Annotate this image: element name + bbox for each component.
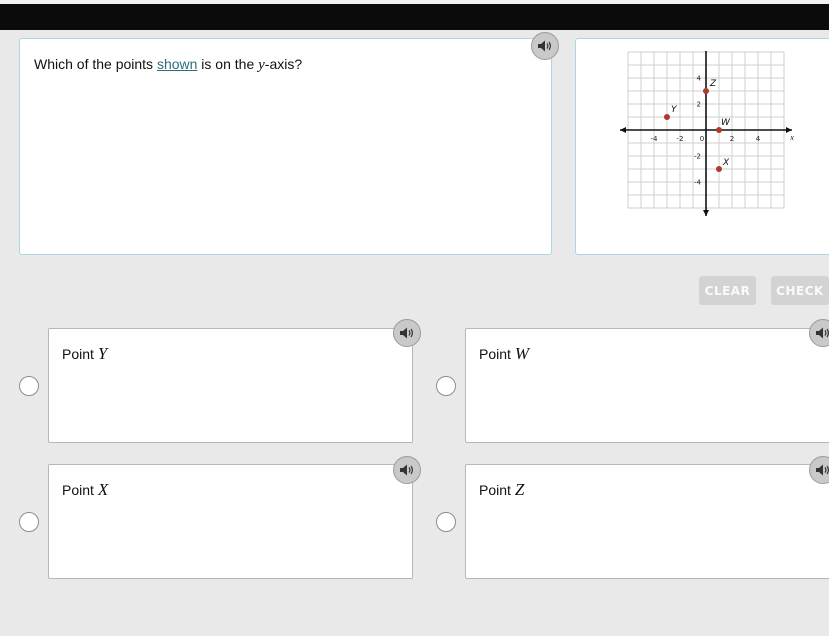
point-label: W (721, 118, 731, 128)
point-y (664, 114, 670, 120)
answer-option-point-w[interactable]: Point W (465, 328, 829, 443)
x-tick-label: -4 (651, 135, 659, 143)
radio-point-w[interactable] (436, 376, 456, 396)
variable-y: y (258, 57, 265, 73)
x-tick-label: -2 (677, 135, 684, 143)
point-z (703, 88, 709, 94)
y-tick-label: 4 (697, 75, 702, 83)
answer-label: Point W (479, 344, 529, 363)
answer-audio-button[interactable] (809, 456, 829, 484)
radio-point-x[interactable] (19, 512, 39, 532)
point-label: Y (671, 105, 678, 115)
answer-option-point-y[interactable]: Point Y (48, 328, 413, 443)
point-label: X (722, 158, 730, 168)
x-tick-label: 4 (756, 135, 761, 143)
y-tick-label: 2 (697, 101, 701, 109)
arrow-icon (703, 210, 709, 216)
x-tick-label: 2 (730, 135, 734, 143)
x-axis-label: x (789, 133, 794, 142)
answer-option-point-z[interactable]: Point Z (465, 464, 829, 579)
shown-link[interactable]: shown (157, 56, 197, 72)
y-tick-label: -4 (694, 179, 702, 187)
answer-audio-button[interactable] (809, 319, 829, 347)
clear-button[interactable]: CLEAR (699, 276, 756, 305)
speaker-icon (816, 464, 829, 476)
speaker-icon (816, 327, 829, 339)
check-button[interactable]: CHECK (771, 276, 829, 305)
answer-label: Point X (62, 480, 109, 499)
speaker-icon (400, 464, 413, 476)
point-x (716, 166, 722, 172)
answer-audio-button[interactable] (393, 456, 421, 484)
radio-point-y[interactable] (19, 376, 39, 396)
question-card: Which of the points shown is on the y-ax… (19, 38, 552, 255)
x-tick-label: 0 (700, 135, 704, 143)
graph-card: xy-4-202442-2-4YZWX (575, 38, 829, 255)
point-label: Z (709, 79, 717, 89)
coordinate-graph: xy-4-202442-2-4YZWX (620, 51, 794, 216)
top-bar (0, 0, 829, 30)
radio-point-z[interactable] (436, 512, 456, 532)
answer-option-point-x[interactable]: Point X (48, 464, 413, 579)
answer-audio-button[interactable] (393, 319, 421, 347)
question-text: Which of the points shown is on the y-ax… (34, 56, 303, 73)
speaker-icon (400, 327, 413, 339)
answer-label: Point Z (479, 480, 525, 499)
question-audio-button[interactable] (531, 32, 559, 60)
speaker-icon (538, 40, 551, 52)
arrow-icon (620, 127, 626, 133)
y-tick-label: -2 (694, 153, 701, 161)
answer-label: Point Y (62, 344, 108, 363)
